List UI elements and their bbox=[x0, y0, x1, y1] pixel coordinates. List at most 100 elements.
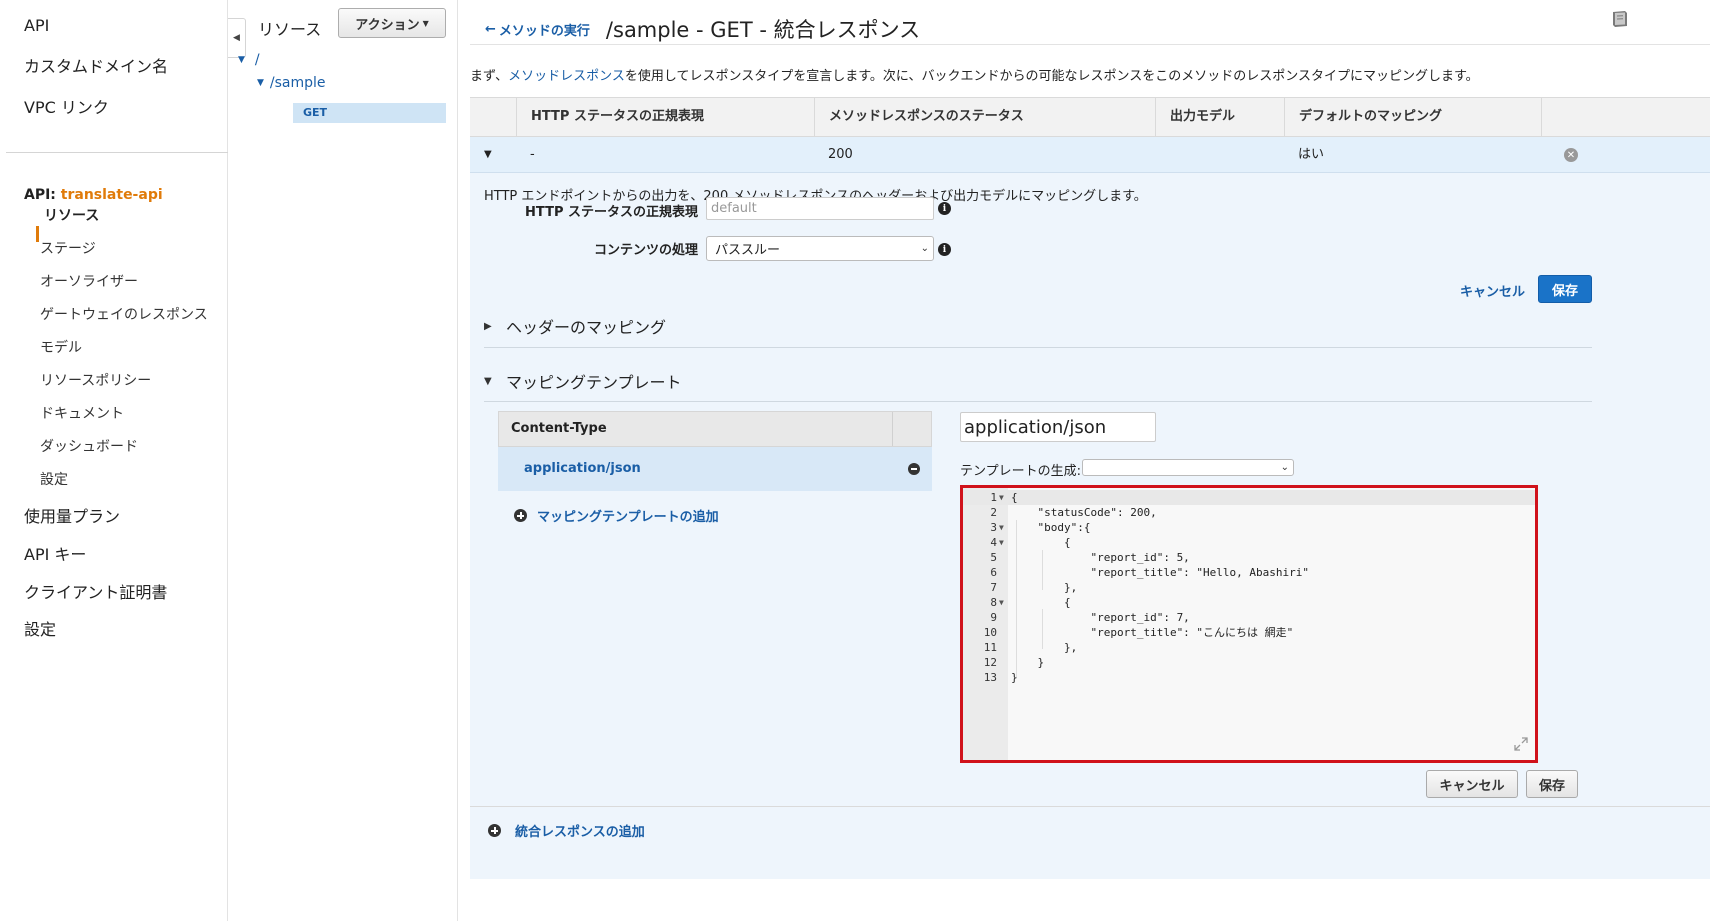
tree-item-sample-label: /sample bbox=[269, 75, 326, 91]
tree-item-root[interactable]: ▼ / bbox=[238, 52, 260, 68]
api-title: API: translate-api bbox=[24, 187, 163, 203]
intro-text: まず、メソッドレスポンスを使用してレスポンスタイプを宣言します。次に、バックエン… bbox=[470, 65, 1479, 84]
fold-icon[interactable]: ▼ bbox=[999, 595, 1004, 610]
table-row[interactable]: ▼ - 200 はい ✕ bbox=[470, 137, 1710, 173]
plus-circle-icon bbox=[488, 824, 501, 837]
collapse-caret-icon[interactable]: ▼ bbox=[484, 137, 492, 173]
nav-item-client-certificates[interactable]: クライアント証明書 bbox=[24, 579, 167, 603]
nav-sub-resource-policy[interactable]: リソースポリシー bbox=[40, 370, 151, 390]
template-save-button[interactable]: 保存 bbox=[1526, 770, 1578, 798]
generate-template-select[interactable]: ⌄ bbox=[1082, 459, 1294, 476]
content-type-header-label: Content-Type bbox=[511, 421, 607, 436]
api-title-prefix: API: bbox=[24, 187, 61, 203]
plus-circle-icon bbox=[514, 509, 527, 522]
row-method-status: 200 bbox=[828, 147, 853, 162]
caret-down-icon: ▼ bbox=[422, 18, 429, 28]
page-header: ← メソッドの実行 /sample - GET - 統合レスポンス bbox=[485, 14, 920, 44]
tree-caret-icon[interactable]: ▼ bbox=[238, 55, 245, 65]
nav-item-settings[interactable]: 設定 bbox=[24, 616, 56, 640]
fold-icon[interactable]: ▼ bbox=[999, 535, 1004, 550]
template-code-editor[interactable]: 1 ▼{ 2 "statusCode": 200, 3 ▼ "body":{ 4 ▼ … bbox=[960, 485, 1538, 763]
actions-label: アクション bbox=[355, 17, 420, 33]
nav-sub-models[interactable]: モデル bbox=[40, 337, 82, 357]
nav-item-vpc-link[interactable]: VPC リンク bbox=[24, 94, 109, 118]
nav-item-api[interactable]: API bbox=[24, 16, 49, 35]
actions-dropdown-button[interactable]: アクション ▼ bbox=[338, 8, 446, 38]
documentation-book-icon[interactable] bbox=[1610, 10, 1630, 28]
nav-sub-dashboard[interactable]: ダッシュボード bbox=[40, 436, 138, 456]
header-separator bbox=[892, 412, 893, 446]
method-response-link[interactable]: メソッドレスポンス bbox=[508, 69, 625, 84]
left-navigation: API カスタムドメイン名 VPC リンク API: translate-api… bbox=[0, 0, 228, 921]
info-icon[interactable]: i bbox=[938, 202, 951, 215]
delete-row-icon[interactable]: ✕ bbox=[1564, 148, 1578, 162]
expand-editor-icon[interactable] bbox=[1513, 736, 1529, 752]
content-type-row-label: application/json bbox=[524, 461, 641, 476]
integration-response-table: HTTP ステータスの正規表現 メソッドレスポンスのステータス 出力モデル デフ… bbox=[470, 97, 1710, 173]
bottom-divider bbox=[470, 806, 1710, 807]
tree-item-get[interactable]: GET bbox=[293, 103, 446, 123]
tree-caret-icon[interactable]: ▼ bbox=[257, 78, 264, 88]
template-cancel-button[interactable]: キャンセル bbox=[1426, 770, 1518, 798]
nav-sub-authorizers[interactable]: オーソライザー bbox=[40, 271, 138, 291]
add-integration-response-label: 統合レスポンスの追加 bbox=[515, 825, 645, 840]
content-type-row[interactable]: application/json bbox=[498, 447, 932, 491]
main-content: ← メソッドの実行 /sample - GET - 統合レスポンス まず、メソッ… bbox=[460, 0, 1712, 921]
header-mapping-title: ヘッダーのマッピング bbox=[506, 318, 667, 337]
resource-panel-title: リソース bbox=[258, 20, 322, 39]
content-type-value-input[interactable]: application/json bbox=[960, 412, 1156, 442]
generate-template-label: テンプレートの生成: bbox=[960, 464, 1081, 479]
chevron-down-icon: ⌄ bbox=[1280, 462, 1289, 473]
tree-item-sample[interactable]: ▼ /sample bbox=[257, 75, 326, 91]
nav-sub-settings[interactable]: 設定 bbox=[40, 469, 68, 489]
table-header-output-model: 出力モデル bbox=[1155, 98, 1284, 136]
regex-input-placeholder: default bbox=[711, 201, 757, 216]
nav-sub-resources[interactable]: リソース bbox=[44, 205, 99, 225]
nav-sub-documentation[interactable]: ドキュメント bbox=[40, 403, 124, 423]
add-integration-response-button[interactable]: 統合レスポンスの追加 bbox=[488, 821, 645, 840]
table-header-regex: HTTP ステータスの正規表現 bbox=[516, 98, 814, 136]
table-header-actions bbox=[1541, 98, 1710, 136]
caret-down-icon: ▼ bbox=[484, 375, 492, 387]
regex-field-label: HTTP ステータスの正規表現 bbox=[525, 205, 698, 220]
back-link-label: メソッドの実行 bbox=[498, 23, 590, 39]
header-divider bbox=[470, 44, 1710, 45]
table-header-default-mapping: デフォルトのマッピング bbox=[1284, 98, 1541, 136]
mapping-template-section-toggle[interactable]: ▼ マッピングテンプレート bbox=[484, 369, 682, 393]
api-name-link[interactable]: translate-api bbox=[61, 187, 163, 203]
fold-icon[interactable]: ▼ bbox=[999, 520, 1004, 535]
row-default-mapping: はい bbox=[1298, 147, 1325, 162]
nav-sub-gateway-responses[interactable]: ゲートウェイのレスポンス bbox=[40, 304, 208, 324]
content-handling-value: パススルー bbox=[715, 243, 781, 258]
resource-tree-panel: リソース アクション ▼ ▼ / ▼ /sample GET bbox=[238, 0, 458, 921]
content-type-header: Content-Type bbox=[498, 411, 932, 447]
table-header-method-status: メソッドレスポンスのステータス bbox=[814, 98, 1155, 136]
regex-input[interactable]: default bbox=[706, 197, 934, 220]
section-divider bbox=[484, 347, 1592, 348]
table-header-row: HTTP ステータスの正規表現 メソッドレスポンスのステータス 出力モデル デフ… bbox=[470, 97, 1710, 137]
detail-cancel-button[interactable]: キャンセル bbox=[1460, 281, 1525, 300]
detail-save-button[interactable]: 保存 bbox=[1538, 275, 1592, 303]
add-mapping-template-button[interactable]: マッピングテンプレートの追加 bbox=[514, 506, 719, 525]
content-handling-select[interactable]: パススルー ⌄ bbox=[706, 236, 934, 261]
info-icon[interactable]: i bbox=[938, 243, 951, 256]
tree-item-root-label: / bbox=[254, 52, 260, 68]
nav-item-custom-domain[interactable]: カスタムドメイン名 bbox=[24, 53, 168, 77]
header-mapping-section-toggle[interactable]: ▶ ヘッダーのマッピング bbox=[484, 314, 666, 338]
section-divider bbox=[484, 401, 1592, 402]
nav-item-api-keys[interactable]: API キー bbox=[24, 541, 86, 565]
nav-sub-stages[interactable]: ステージ bbox=[40, 238, 96, 258]
intro-part1: まず、 bbox=[470, 69, 509, 84]
editor-active-line bbox=[963, 490, 1535, 505]
chevron-down-icon: ⌄ bbox=[920, 243, 929, 254]
nav-item-usage-plans[interactable]: 使用量プラン bbox=[24, 503, 120, 527]
add-mapping-template-label: マッピングテンプレートの追加 bbox=[537, 510, 719, 525]
intro-part2: を使用してレスポンスタイプを宣言します。次に、バックエンドからの可能なレスポンス… bbox=[624, 69, 1479, 84]
fold-icon[interactable]: ▼ bbox=[999, 490, 1004, 505]
back-to-method-execution-link[interactable]: ← メソッドの実行 bbox=[485, 20, 590, 39]
remove-content-type-icon[interactable] bbox=[908, 463, 920, 475]
mapping-template-title: マッピングテンプレート bbox=[506, 373, 682, 392]
nav-divider bbox=[6, 152, 228, 153]
active-indicator bbox=[36, 226, 39, 242]
row-regex: - bbox=[530, 147, 535, 162]
